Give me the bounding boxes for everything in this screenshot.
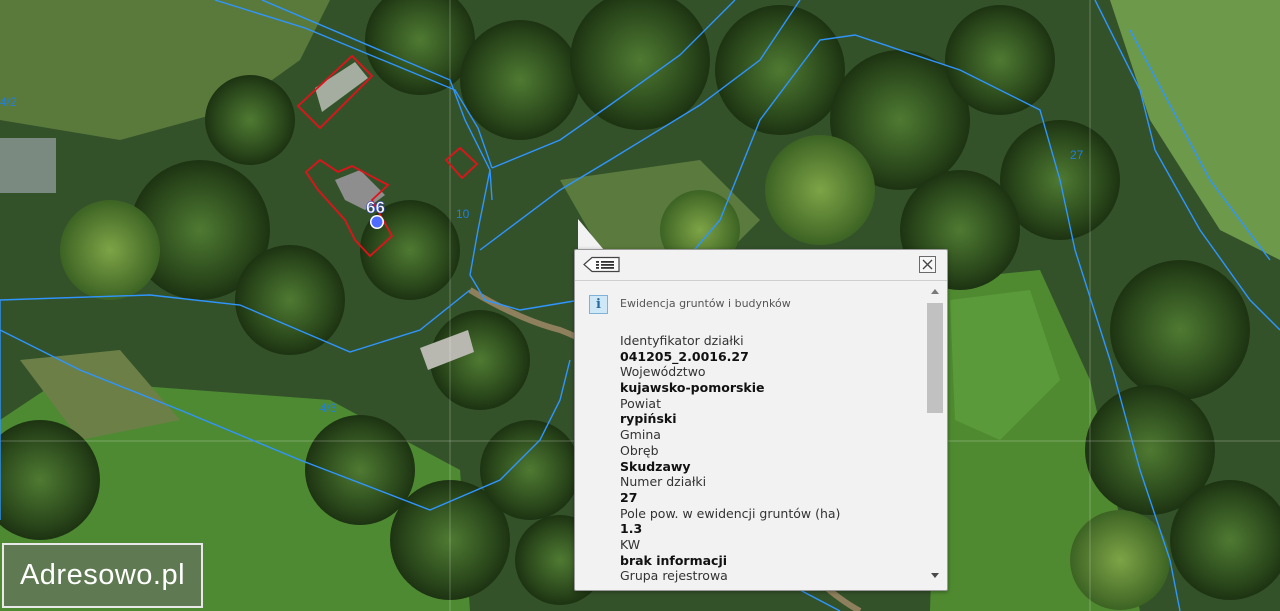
- address-point-marker[interactable]: [371, 216, 383, 228]
- parcel-label-27: 27: [1070, 148, 1084, 162]
- field-value: rypiński: [620, 411, 677, 427]
- field-value: 27: [620, 489, 638, 505]
- field-label: Identyfikator działki: [620, 333, 744, 348]
- field-label: Gmina: [620, 427, 661, 443]
- info-icon: i: [589, 295, 608, 314]
- field-value: brak informacji: [620, 552, 728, 568]
- popup-header: [575, 250, 947, 281]
- parcel-label-4-2: 4/2: [0, 95, 17, 109]
- attribute-list: Identyfikator działki 041205_2.0016.27 Woj…: [620, 333, 920, 584]
- scroll-down-arrow-icon[interactable]: [931, 573, 939, 578]
- feature-info-popup: i Ewidencja gruntów i budynków Identyfik…: [574, 249, 948, 591]
- field-label: Obręb: [620, 442, 659, 458]
- field-value: 1.3: [620, 521, 643, 537]
- parcel-label-10: 10: [456, 207, 470, 221]
- section-title: Ewidencja gruntów i budynków: [620, 297, 791, 310]
- field-label: Pole pow. w ewidencji gruntów (ha): [620, 505, 841, 521]
- field-label: Województwo: [620, 364, 706, 380]
- popup-content: i Ewidencja gruntów i budynków Identyfik…: [575, 281, 927, 584]
- field-label: Grupa rejestrowa: [620, 568, 728, 584]
- field-label: Numer działki: [620, 474, 707, 490]
- close-icon[interactable]: [919, 256, 936, 273]
- field-value: 041205_2.0016.27: [620, 348, 749, 364]
- adresowo-watermark: Adresowo.pl: [2, 543, 203, 608]
- field-value: kujawsko-pomorskie: [620, 380, 765, 396]
- list-icon[interactable]: [583, 256, 621, 273]
- scroll-up-arrow-icon[interactable]: [931, 289, 939, 294]
- field-label: Powiat: [620, 395, 661, 411]
- popup-scrollbar[interactable]: [927, 287, 943, 584]
- field-value: Skudzawy: [620, 458, 691, 474]
- popup-pointer: [578, 219, 604, 250]
- field-label: KW: [620, 536, 641, 552]
- building-number-label: 66: [366, 198, 385, 217]
- parcel-label-4-3: 4/3: [320, 401, 337, 415]
- scroll-thumb[interactable]: [927, 303, 943, 413]
